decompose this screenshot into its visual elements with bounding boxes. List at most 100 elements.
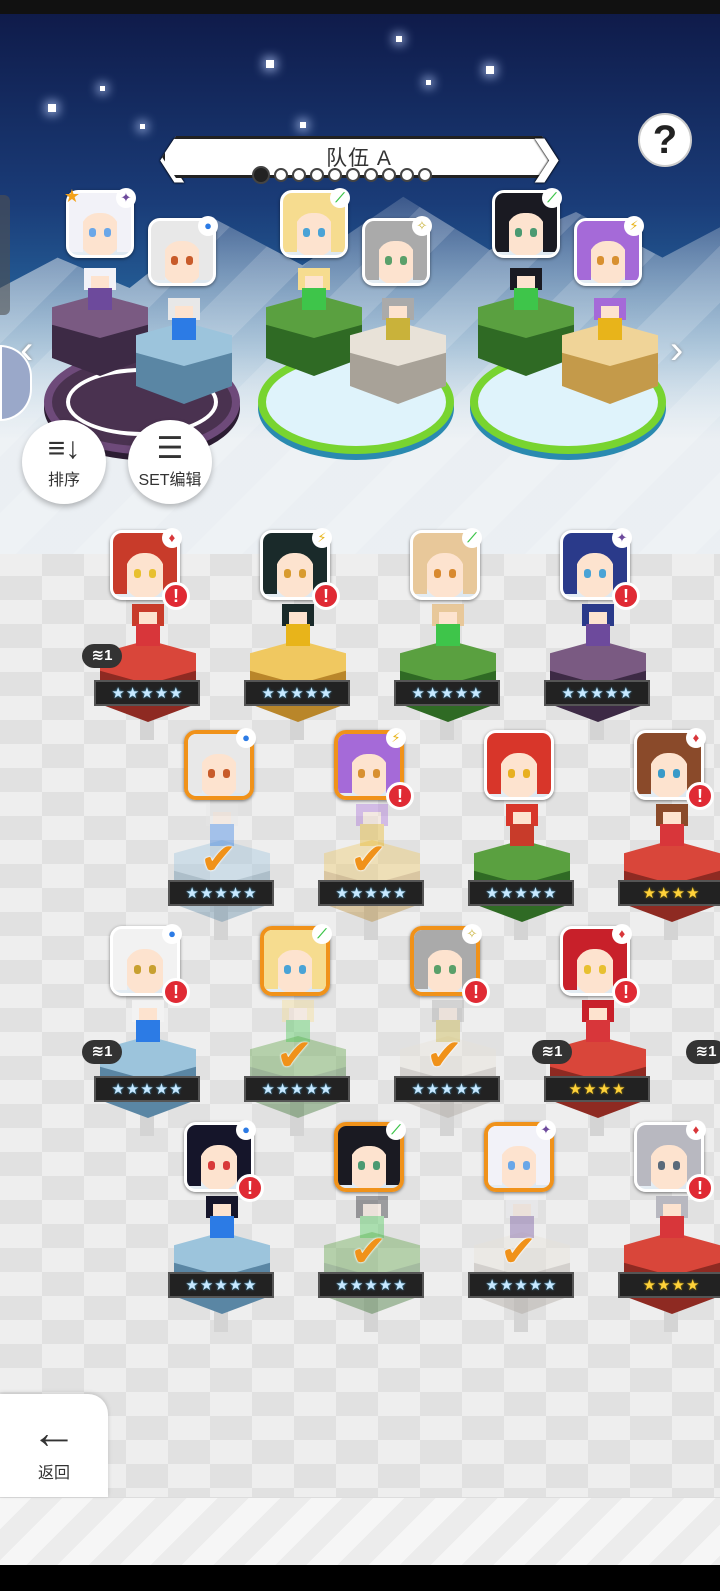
character-sprite: [126, 604, 170, 650]
portrait-eye: [222, 768, 230, 778]
portrait-hair-side: [113, 941, 128, 990]
star-icon: ★: [543, 885, 557, 902]
page-dot[interactable]: [400, 168, 414, 182]
side-drawer-handle[interactable]: [0, 195, 10, 315]
status-bar: [0, 0, 720, 14]
set-count-badge: ≋1: [82, 1040, 122, 1064]
page-dot[interactable]: [382, 168, 396, 182]
portrait-hair-side: [386, 1138, 400, 1185]
portrait-eye: [434, 568, 442, 578]
sprite-face: [175, 306, 193, 318]
portrait-face: [274, 553, 316, 597]
sprite-face: [139, 1008, 157, 1020]
element-icon: ⟋: [386, 1120, 406, 1140]
sprite-body: [514, 288, 538, 310]
star-icon: ★: [611, 1081, 626, 1098]
portrait-eye: [522, 1160, 530, 1170]
sprite-face: [305, 276, 323, 288]
star-icon: ★: [440, 1081, 454, 1098]
page-dot[interactable]: [346, 168, 360, 182]
star-rating: ★ ★ ★ ★ ★: [318, 880, 424, 906]
star-icon: ★: [393, 885, 407, 902]
sprite-face: [439, 612, 457, 624]
star-rating: ★ ★ ★ ★ ★: [544, 680, 650, 706]
sprite-face: [513, 1204, 531, 1216]
star-icon: ★: [485, 885, 499, 902]
sort-button[interactable]: ≡↓ 排序: [22, 420, 106, 504]
portrait-face: [506, 212, 546, 255]
sprite-face: [363, 812, 381, 824]
element-icon: ●: [236, 728, 256, 748]
sprite-body: [436, 624, 460, 646]
back-label: 返回: [37, 1464, 70, 1482]
character-portrait[interactable]: [484, 730, 554, 800]
star-icon: ★: [228, 885, 243, 902]
scroll-right-icon[interactable]: ›: [670, 328, 683, 373]
star-icon: ★: [290, 685, 304, 702]
element-icon: ♦: [686, 728, 706, 748]
star-icon: ★: [425, 1081, 440, 1098]
sprite-body: [660, 1216, 684, 1238]
set-edit-button[interactable]: ☰ SET编辑: [128, 420, 212, 504]
star-icon: ★: [319, 1081, 333, 1098]
character-sprite: [376, 298, 420, 344]
portrait-hair-side: [543, 205, 557, 252]
next-team-chevron[interactable]: ❯: [528, 132, 565, 183]
portrait-face: [648, 1145, 690, 1189]
page-dot[interactable]: [274, 168, 288, 182]
portrait-hair-side: [331, 205, 345, 252]
star-icon: ★: [243, 1277, 257, 1294]
page-dot[interactable]: [328, 168, 342, 182]
star-icon: ★: [583, 1081, 597, 1098]
portrait-eye: [372, 1160, 380, 1170]
star-icon: ★: [642, 1277, 657, 1294]
back-button[interactable]: ← 返回: [0, 1394, 108, 1497]
star-icon: ★: [469, 685, 483, 702]
portrait-eye: [584, 964, 592, 974]
page-dot[interactable]: [252, 166, 270, 184]
portrait-eye: [185, 255, 193, 265]
page-dot[interactable]: [292, 168, 306, 182]
star-icon: ★: [619, 685, 633, 702]
portrait-hair-side: [563, 545, 578, 594]
team-page-dots[interactable]: [252, 166, 432, 184]
set-edit-label: SET编辑: [138, 472, 202, 489]
page-dot[interactable]: [418, 168, 432, 182]
star-icon: ★: [304, 685, 319, 702]
sprite-face: [663, 1204, 681, 1216]
element-icon: ✧: [462, 924, 482, 944]
portrait-hair-side: [117, 205, 131, 252]
element-icon: ⚡: [312, 528, 332, 548]
portrait-eye: [134, 568, 142, 578]
portrait-hair-side: [488, 1138, 502, 1185]
sprite-body: [302, 288, 326, 310]
portrait-eye: [284, 568, 292, 578]
portrait-face: [275, 949, 315, 992]
star-icon: ★: [261, 685, 275, 702]
sprite-face: [213, 1204, 231, 1216]
portrait-eye: [358, 1160, 366, 1170]
page-dot[interactable]: [310, 168, 324, 182]
star-icon: ★: [319, 685, 333, 702]
portrait-hair-side: [365, 233, 379, 280]
portrait-hair-side: [563, 941, 578, 990]
character-sprite: [78, 268, 122, 314]
portrait-eye: [298, 964, 306, 974]
star-icon: ★: [561, 685, 575, 702]
star-icon: ★: [685, 885, 700, 902]
element-icon: ✧: [412, 216, 432, 236]
page-dot[interactable]: [364, 168, 378, 182]
star-icon: ★: [111, 685, 125, 702]
element-icon: ●: [198, 216, 218, 236]
star-icon: ★: [261, 1081, 275, 1098]
sprite-face: [513, 812, 531, 824]
star-icon: ★: [199, 1277, 214, 1294]
element-icon: ●: [162, 924, 182, 944]
portrait-eye: [208, 1160, 216, 1170]
star-icon: ★: [378, 1277, 393, 1294]
set-count-badge: ≋1: [686, 1040, 720, 1064]
star-icon: ★: [590, 685, 604, 702]
help-button[interactable]: ?: [638, 113, 692, 167]
star-icon: ★: [228, 1277, 243, 1294]
element-icon: ⟋: [542, 188, 562, 208]
